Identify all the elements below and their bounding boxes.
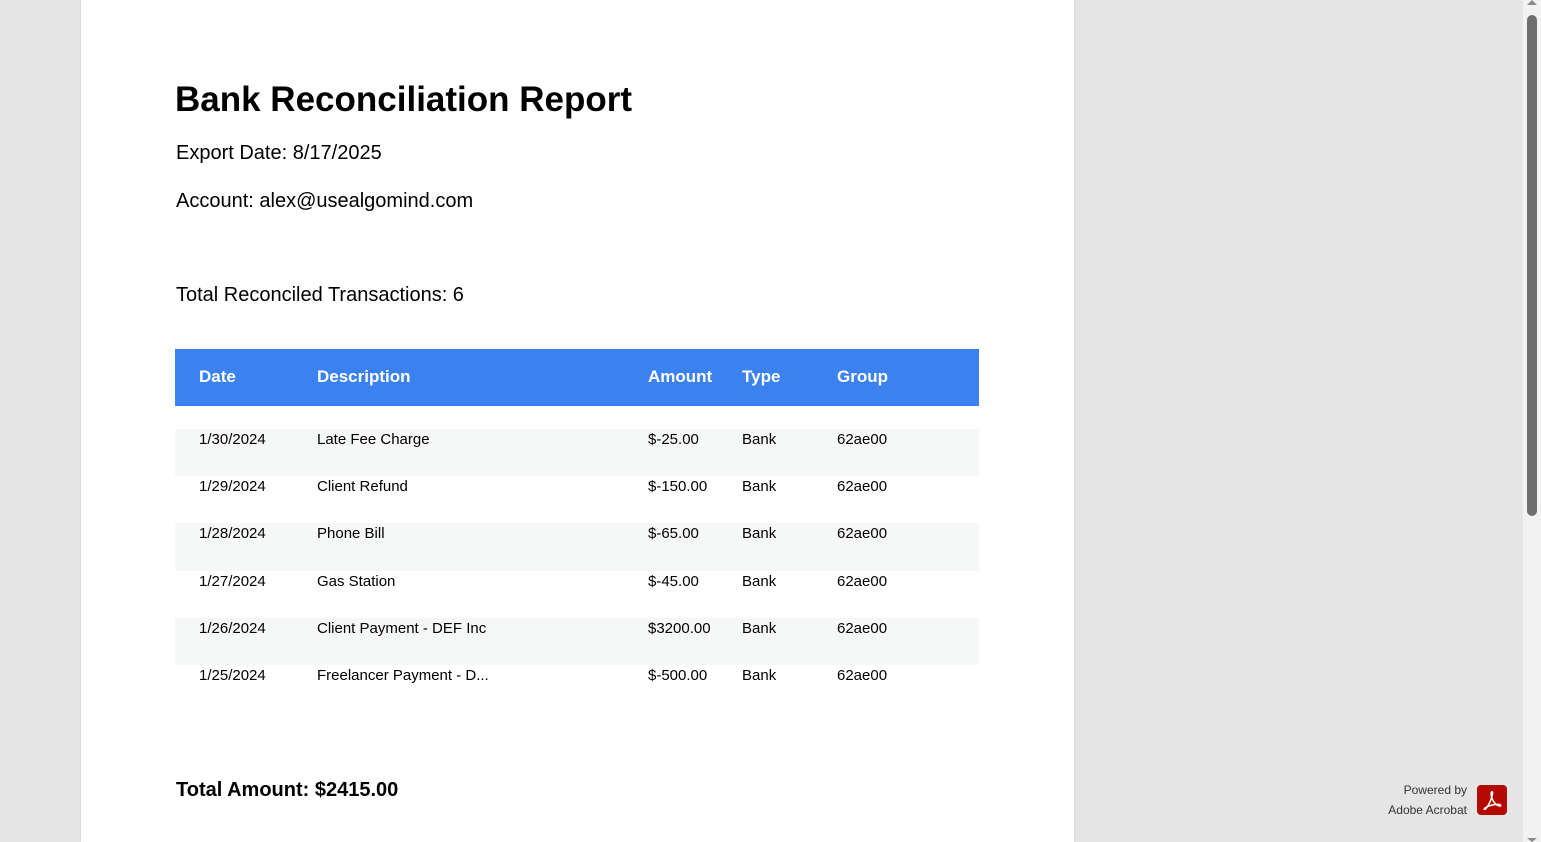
cell-description: Gas Station: [317, 572, 396, 590]
cell-date: 1/25/2024: [199, 666, 266, 684]
cell-amount: $-65.00: [648, 525, 699, 543]
cell-group: 62ae00: [837, 666, 888, 684]
cell-amount: $-150.00: [648, 478, 708, 496]
total-amount: Total Amount: $2415.00: [176, 779, 399, 801]
cell-group: 62ae00: [837, 478, 888, 496]
table-row: 1/29/2024 Client Refund $-150.00 Bank 62…: [175, 476, 979, 524]
export-date: Export Date: 8/17/2025: [176, 142, 382, 164]
table-row: 1/27/2024 Gas Station $-45.00 Bank 62ae0…: [175, 570, 979, 618]
cell-group: 62ae00: [837, 572, 888, 590]
scroll-up-arrow-icon[interactable]: [1527, 0, 1537, 5]
transactions-table: Date Description Amount Type Group 1/30/…: [175, 349, 979, 713]
account-label: Account: alex@usealgomind.com: [176, 190, 474, 212]
cell-type: Bank: [742, 619, 777, 637]
cell-date: 1/29/2024: [199, 478, 266, 496]
pdf-viewer: Bank Reconciliation Report Export Date: …: [0, 0, 1541, 842]
cell-group: 62ae00: [837, 525, 888, 543]
cell-description: Freelancer Payment - D...: [317, 666, 489, 684]
scroll-down-arrow-icon[interactable]: [1527, 838, 1537, 842]
column-header-description: Description: [317, 367, 411, 386]
table-row: 1/30/2024 Late Fee Charge $-25.00 Bank 6…: [175, 429, 979, 477]
powered-by-acrobat[interactable]: Powered by Adobe Acrobat: [1388, 780, 1507, 820]
column-header-date: Date: [199, 367, 236, 386]
cell-amount: $3200.00: [648, 619, 711, 637]
total-transactions: Total Reconciled Transactions: 6: [176, 284, 464, 306]
powered-by-text: Powered by Adobe Acrobat: [1388, 780, 1467, 820]
cell-type: Bank: [742, 478, 777, 496]
scrollbar-thumb[interactable]: [1527, 15, 1537, 516]
column-header-amount: Amount: [648, 367, 713, 386]
report-title: Bank Reconciliation Report: [175, 80, 633, 119]
cell-group: 62ae00: [837, 431, 888, 448]
table-body: 1/30/2024 Late Fee Charge $-25.00 Bank 6…: [175, 429, 979, 713]
cell-date: 1/27/2024: [199, 572, 266, 590]
cell-type: Bank: [742, 666, 777, 684]
cell-type: Bank: [742, 525, 777, 543]
acrobat-product-label: Adobe Acrobat: [1388, 803, 1467, 817]
cell-description: Client Payment - DEF Inc: [317, 619, 487, 637]
column-header-group: Group: [837, 367, 888, 386]
cell-date: 1/30/2024: [199, 431, 266, 448]
table-row: 1/28/2024 Phone Bill $-65.00 Bank 62ae00: [175, 523, 979, 571]
column-header-type: Type: [742, 367, 781, 386]
cell-type: Bank: [742, 431, 777, 448]
cell-description: Phone Bill: [317, 525, 385, 543]
vertical-scrollbar[interactable]: [1523, 0, 1541, 842]
table-header: Date Description Amount Type Group: [175, 349, 979, 406]
cell-amount: $-45.00: [648, 572, 699, 590]
cell-amount: $-500.00: [648, 666, 708, 684]
cell-date: 1/26/2024: [199, 619, 266, 637]
cell-type: Bank: [742, 572, 777, 590]
cell-amount: $-25.00: [648, 431, 699, 448]
table-row: 1/25/2024 Freelancer Payment - D... $-50…: [175, 664, 979, 713]
cell-description: Late Fee Charge: [317, 431, 430, 448]
pdf-page: Bank Reconciliation Report Export Date: …: [81, 0, 1074, 842]
cell-group: 62ae00: [837, 619, 888, 637]
cell-description: Client Refund: [317, 478, 408, 496]
table-row: 1/26/2024 Client Payment - DEF Inc $3200…: [175, 617, 979, 665]
adobe-acrobat-icon[interactable]: [1477, 785, 1507, 815]
cell-date: 1/28/2024: [199, 525, 266, 543]
powered-by-label: Powered by: [1403, 783, 1467, 797]
